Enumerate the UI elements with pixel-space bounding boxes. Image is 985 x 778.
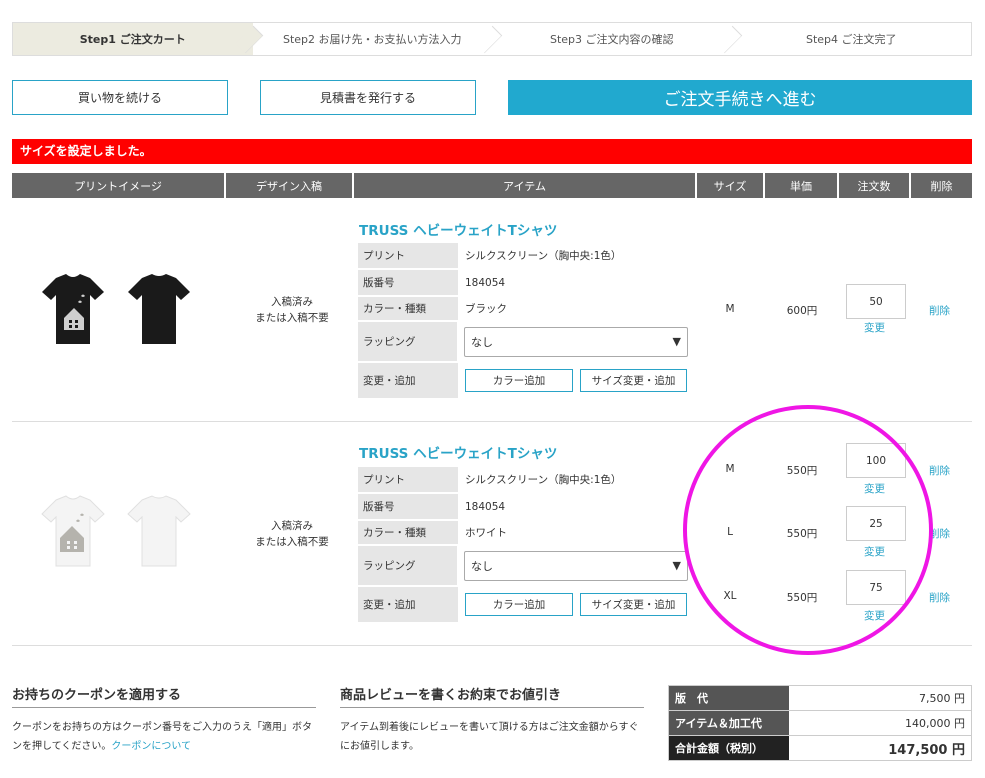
change-label: 変更・追加 [358, 363, 458, 398]
change-size-button[interactable]: サイズ変更・追加 [580, 369, 687, 392]
wrapping-selected: なし [471, 559, 493, 573]
issue-quote-button[interactable]: 見積書を発行する [260, 80, 476, 115]
color-value: ホワイト [465, 527, 507, 539]
update-quantity-link[interactable]: 変更 [864, 544, 885, 559]
print-images [34, 492, 204, 572]
unit-price: 550円 [786, 592, 818, 604]
wrapping-selected: なし [471, 335, 493, 349]
header-item: アイテム [354, 173, 697, 198]
change-size-button[interactable]: サイズ変更・追加 [580, 593, 687, 616]
unit-price: 600円 [786, 305, 818, 317]
plate-value: 184054 [465, 500, 506, 513]
plate-label: 版番号 [358, 494, 458, 519]
wrapping-label: ラッピング [358, 546, 457, 585]
size-set-notice: サイズを設定しました。 [12, 139, 972, 164]
print-label: プリント [358, 467, 458, 492]
change-label: 変更・追加 [358, 587, 458, 622]
plate-fee-label: 版 代 [669, 686, 789, 710]
item-title[interactable]: TRUSS ヘビーウェイトTシャツ [359, 219, 557, 239]
step-address: Step2 お届け先・お支払い方法入力 [253, 23, 493, 55]
header-qty: 注文数 [839, 173, 911, 198]
design-status-line1: 入稿済み [271, 520, 313, 532]
design-status-line2: または入稿不要 [255, 536, 329, 548]
item-fee-label: アイテム＆加工代 [669, 711, 789, 735]
header-size: サイズ [697, 173, 765, 198]
update-quantity-link[interactable]: 変更 [864, 481, 885, 496]
color-label: カラー・種類 [358, 297, 458, 320]
design-status: 入稿済み または入稿不要 [228, 518, 356, 550]
coupon-info-link[interactable]: クーポンについて [111, 741, 191, 752]
delete-link[interactable]: 削除 [929, 526, 950, 541]
size-value: L [727, 526, 733, 538]
design-status-line1: 入稿済み [271, 296, 313, 308]
wrapping-label: ラッピング [358, 322, 457, 361]
total-value: 147,500 円 [888, 742, 965, 758]
cart-table-header: プリントイメージ デザイン入稿 アイテム サイズ 単価 注文数 削除 [12, 173, 972, 198]
checkout-button[interactable]: ご注文手続きへ進む [508, 80, 972, 115]
coupon-desc-line2: ンを押してください。 [12, 741, 112, 752]
item-title[interactable]: TRUSS ヘビーウェイトTシャツ [359, 442, 557, 462]
print-value: シルクスクリーン（胸中央:1色） [465, 474, 622, 486]
print-label: プリント [358, 243, 458, 268]
update-quantity-link[interactable]: 変更 [864, 608, 885, 623]
coupon-description: クーポンをお持ちの方はクーポン番号をご入力のうえ「適用」ボタ ンを押してください… [12, 718, 322, 756]
dropdown-arrow-icon: ▼ [672, 559, 681, 572]
coupon-title: お持ちのクーポンを適用する [12, 688, 182, 703]
quantity-input[interactable]: 25 [846, 506, 906, 541]
step-cart: Step1 ご注文カート [13, 23, 253, 55]
step-complete: Step4 ご注文完了 [805, 33, 897, 46]
review-description: アイテム到着後にレビューを書いて頂ける方はご注文金額からすぐ にお値引します。 [340, 718, 650, 756]
print-value: シルクスクリーン（胸中央:1色） [465, 250, 622, 262]
color-value: ブラック [465, 303, 507, 315]
unit-price: 550円 [786, 465, 818, 477]
delete-link[interactable]: 削除 [929, 463, 950, 478]
add-color-button[interactable]: カラー追加 [465, 593, 573, 616]
tshirt-back-image [120, 270, 198, 348]
size-value: M [725, 463, 735, 475]
tshirt-front-image [34, 492, 112, 570]
quantity-input[interactable]: 50 [846, 284, 906, 319]
total-label: 合計金額（税別） [669, 736, 789, 760]
quantity-input[interactable]: 75 [846, 570, 906, 605]
step-confirm: Step3 ご注文内容の確認 [492, 23, 732, 55]
continue-shopping-button[interactable]: 買い物を続ける [12, 80, 228, 115]
header-print-image: プリントイメージ [12, 173, 226, 198]
coupon-divider [12, 707, 316, 708]
tshirt-front-image [34, 270, 112, 348]
size-value: M [725, 303, 735, 315]
header-price: 単価 [765, 173, 839, 198]
item-spec-table: プリント シルクスクリーン（胸中央:1色） 版番号 184054 カラー・種類 … [358, 467, 688, 624]
update-quantity-link[interactable]: 変更 [864, 320, 885, 335]
item-spec-table: プリント シルクスクリーン（胸中央:1色） 版番号 184054 カラー・種類 … [358, 243, 688, 400]
header-delete: 削除 [911, 173, 972, 198]
plate-value: 184054 [465, 276, 506, 289]
coupon-desc-line1: クーポンをお持ちの方はクーポン番号をご入力のうえ「適用」ボタ [12, 722, 312, 733]
delete-link[interactable]: 削除 [929, 590, 950, 605]
design-status: 入稿済み または入稿不要 [228, 294, 356, 326]
tshirt-back-image [120, 492, 198, 570]
dropdown-arrow-icon: ▼ [672, 335, 681, 348]
delete-link[interactable]: 削除 [929, 303, 950, 318]
unit-price: 550円 [786, 528, 818, 540]
checkout-steps: Step1 ご注文カート Step2 お届け先・お支払い方法入力 Step3 ご… [12, 22, 972, 56]
color-label: カラー・種類 [358, 521, 458, 544]
wrapping-select[interactable]: なし ▼ [464, 326, 688, 357]
header-design: デザイン入稿 [226, 173, 354, 198]
item-fee-value: 140,000 円 [905, 717, 965, 730]
add-color-button[interactable]: カラー追加 [465, 369, 573, 392]
wrapping-select[interactable]: なし ▼ [464, 550, 688, 581]
design-status-line2: または入稿不要 [255, 312, 329, 324]
plate-fee-value: 7,500 円 [919, 692, 965, 705]
cart-item-row: 入稿済み または入稿不要 TRUSS ヘビーウェイトTシャツ プリント シルクス… [12, 198, 972, 422]
order-summary: 版 代 7,500 円 アイテム＆加工代 140,000 円 合計金額（税別） … [668, 685, 972, 761]
print-images [34, 270, 204, 350]
quantity-input[interactable]: 100 [846, 443, 906, 478]
review-desc-line1: アイテム到着後にレビューを書いて頂ける方はご注文金額からすぐ [340, 722, 639, 733]
review-desc-line2: にお値引します。 [340, 741, 419, 752]
review-divider [340, 707, 644, 708]
cart-item-row: 入稿済み または入稿不要 TRUSS ヘビーウェイトTシャツ プリント シルクス… [12, 422, 972, 646]
plate-label: 版番号 [358, 270, 458, 295]
review-title: 商品レビューを書くお約束でお値引き [340, 688, 562, 703]
size-value: XL [723, 590, 737, 602]
